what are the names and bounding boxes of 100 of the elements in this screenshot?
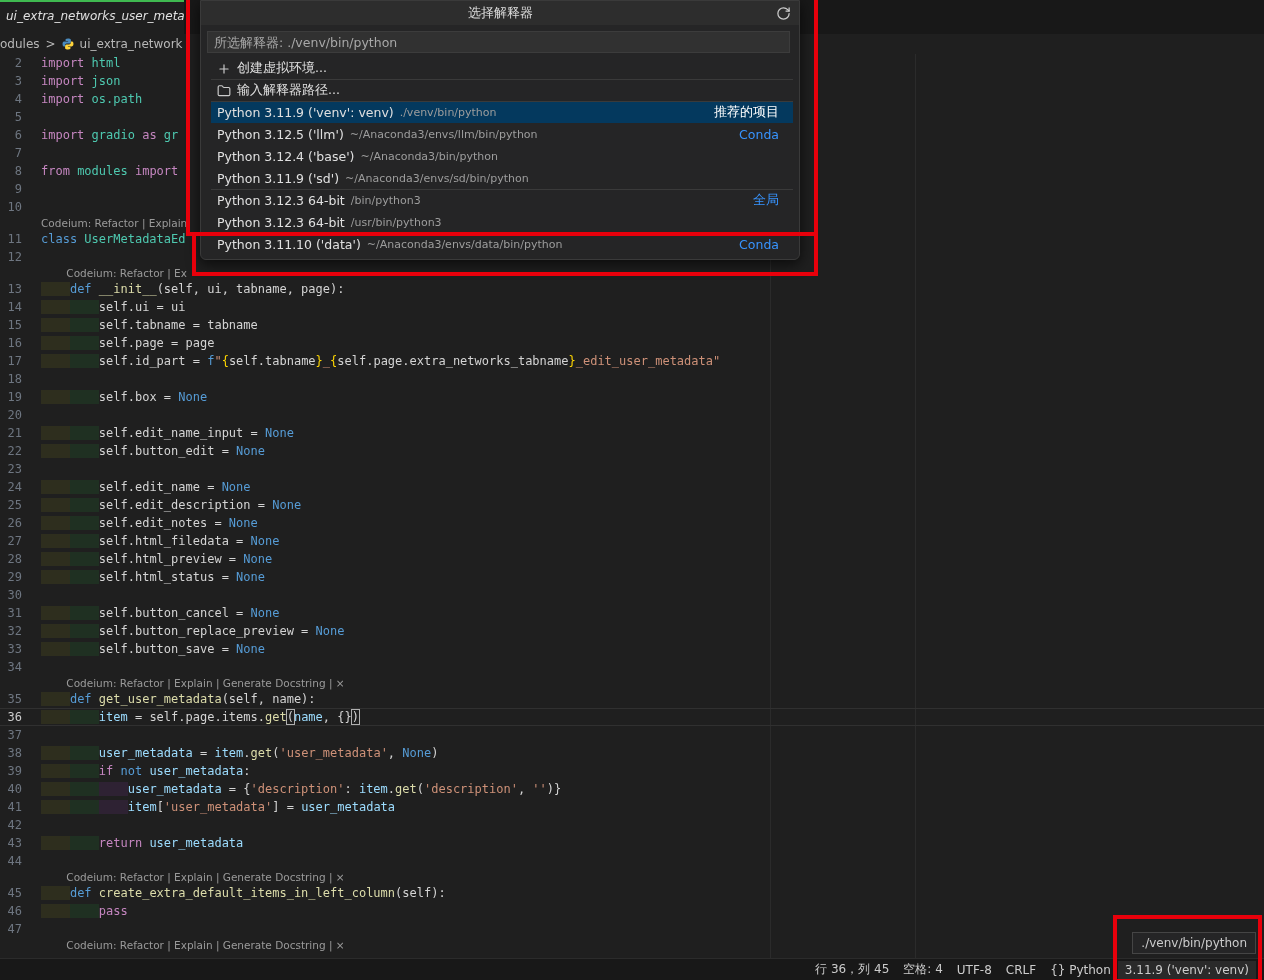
interpreter-option[interactable]: Python 3.12.4 ('base') ~/Anaconda3/bin/python: [211, 145, 793, 167]
breadcrumb-separator: >: [45, 37, 56, 51]
code-line: return user_metadata: [41, 834, 244, 852]
line-number: 40: [6, 782, 22, 796]
code-line: from modules import: [41, 163, 179, 180]
code-line: self.ui = ui: [41, 298, 186, 316]
codelens-actions[interactable]: Codeium: Refactor | Explain | Generate Docstring | ×: [41, 677, 345, 689]
line-number: 10: [6, 200, 22, 214]
tooltip: ./venv/bin/python: [1132, 932, 1256, 954]
breadcrumb-item[interactable]: odules: [0, 37, 40, 51]
line-number: 11: [6, 232, 22, 246]
line-number: 16: [6, 336, 22, 350]
line-number: 6: [13, 128, 22, 142]
status-item[interactable]: 空格: 4: [896, 959, 950, 980]
picker-title: 选择解释器: [467, 4, 533, 22]
code-line: self.edit_description = None: [41, 496, 302, 514]
line-number: 31: [6, 606, 22, 620]
code-line: self.html_status = None: [41, 568, 265, 586]
code-line: self.button_replace_preview = None: [41, 622, 345, 640]
status-item[interactable]: CRLF: [998, 960, 1044, 979]
line-number: 19: [6, 390, 22, 404]
line-number: 25: [6, 498, 22, 512]
line-number: 22: [6, 444, 22, 458]
editor-tab[interactable]: ui_extra_networks_user_meta: [0, 0, 184, 34]
line-number: 8: [13, 164, 22, 178]
line-number: 38: [6, 746, 22, 760]
line-number: 17: [6, 354, 22, 368]
language-mode[interactable]: {} Python: [1043, 960, 1118, 979]
line-number: 7: [13, 146, 22, 160]
refresh-icon[interactable]: [776, 6, 791, 21]
interpreter-option[interactable]: Python 3.11.9 ('sd') ~/Anaconda3/envs/sd/bin/python: [211, 167, 793, 189]
code-line: self.edit_name_input = None: [41, 424, 294, 442]
line-number: 36: [6, 710, 22, 724]
line-number: 35: [6, 692, 22, 706]
line-number: 44: [6, 854, 22, 868]
breadcrumb-item[interactable]: ui_extra_network: [79, 37, 183, 51]
interpreter-option[interactable]: 创建虚拟环境...: [211, 57, 793, 79]
codelens-actions[interactable]: Codeium: Refactor | Ex: [41, 267, 187, 279]
line-number: 26: [6, 516, 22, 530]
code-line: self.button_cancel = None: [41, 604, 280, 622]
code-line: def create_extra_default_items_in_left_column(self):: [41, 884, 446, 902]
line-number: 32: [6, 624, 22, 638]
code-line: class UserMetadataEd: [41, 231, 186, 248]
codelens-actions[interactable]: Codeium: Refactor | Explain: [41, 217, 188, 229]
line-number: 4: [13, 92, 22, 106]
python-file-icon: [61, 38, 74, 50]
code-line: user_metadata = {'description': item.get('description', '')}: [41, 780, 562, 798]
line-number: 45: [6, 886, 22, 900]
line-number: 20: [6, 408, 22, 422]
code-line: self.page = page: [41, 334, 215, 352]
line-number: 13: [6, 282, 22, 296]
line-number: 15: [6, 318, 22, 332]
interpreter-option[interactable]: Python 3.11.9 ('venv': venv) ./venv/bin/python 推荐的项目: [211, 101, 793, 123]
code-line: user_metadata = item.get('user_metadata', None): [41, 744, 439, 762]
code-line: import json: [41, 73, 121, 90]
line-number: 30: [6, 588, 22, 602]
line-number: 41: [6, 800, 22, 814]
code-line: import html: [41, 55, 121, 72]
interpreter-option[interactable]: Python 3.12.3 64-bit /usr/bin/python3: [211, 211, 793, 233]
interpreter-option[interactable]: Python 3.11.10 ('data') ~/Anaconda3/envs/data/bin/python Conda: [211, 233, 793, 255]
code-line: self.button_save = None: [41, 640, 265, 658]
line-number: 27: [6, 534, 22, 548]
code-line: import gradio as gr: [41, 127, 179, 144]
status-item[interactable]: 行 36，列 45: [808, 959, 897, 980]
code-line: def __init__(self, ui, tabname, page):: [41, 280, 345, 298]
code-line: self.html_preview = None: [41, 550, 273, 568]
line-number: 29: [6, 570, 22, 584]
interpreter-option[interactable]: Python 3.12.5 ('llm') ~/Anaconda3/envs/llm/bin/python Conda: [211, 123, 793, 145]
interpreter-status[interactable]: 3.11.9 ('venv': venv): [1117, 960, 1256, 979]
code-line: if not user_metadata:: [41, 762, 251, 780]
plus-icon: [217, 61, 231, 76]
line-number: 28: [6, 552, 22, 566]
line-number: 34: [6, 660, 22, 674]
code-line: self.edit_notes = None: [41, 514, 258, 532]
line-number: 21: [6, 426, 22, 440]
line-number: 14: [6, 300, 22, 314]
line-number: 42: [6, 818, 22, 832]
code-line: self.button_edit = None: [41, 442, 265, 460]
code-line: pass: [41, 902, 128, 920]
code-line: self.edit_name = None: [41, 478, 251, 496]
line-number: 12: [6, 250, 22, 264]
line-number: 39: [6, 764, 22, 778]
code-line: self.box = None: [41, 388, 208, 406]
code-line: item['user_metadata'] = user_metadata: [41, 798, 396, 816]
code-line: import os.path: [41, 91, 143, 108]
line-number: 18: [6, 372, 22, 386]
codelens-actions[interactable]: Codeium: Refactor | Explain | Generate Docstring | ×: [41, 939, 345, 951]
line-number: 2: [13, 56, 22, 70]
codelens-actions[interactable]: Codeium: Refactor | Explain | Generate Docstring | ×: [41, 871, 345, 883]
line-number: 23: [6, 462, 22, 476]
line-number: 46: [6, 904, 22, 918]
folder-icon: [217, 83, 231, 98]
line-number: 37: [6, 728, 22, 742]
code-line: item = self.page.items.get(name, {}): [41, 708, 359, 726]
line-number: 5: [13, 110, 22, 124]
status-item[interactable]: UTF-8: [949, 960, 999, 979]
line-number: 24: [6, 480, 22, 494]
search-field[interactable]: 所选解释器: ./venv/bin/python: [207, 31, 790, 53]
line-number: 43: [6, 836, 22, 850]
interpreter-option[interactable]: Python 3.12.3 64-bit /bin/python3 全局: [211, 189, 793, 211]
